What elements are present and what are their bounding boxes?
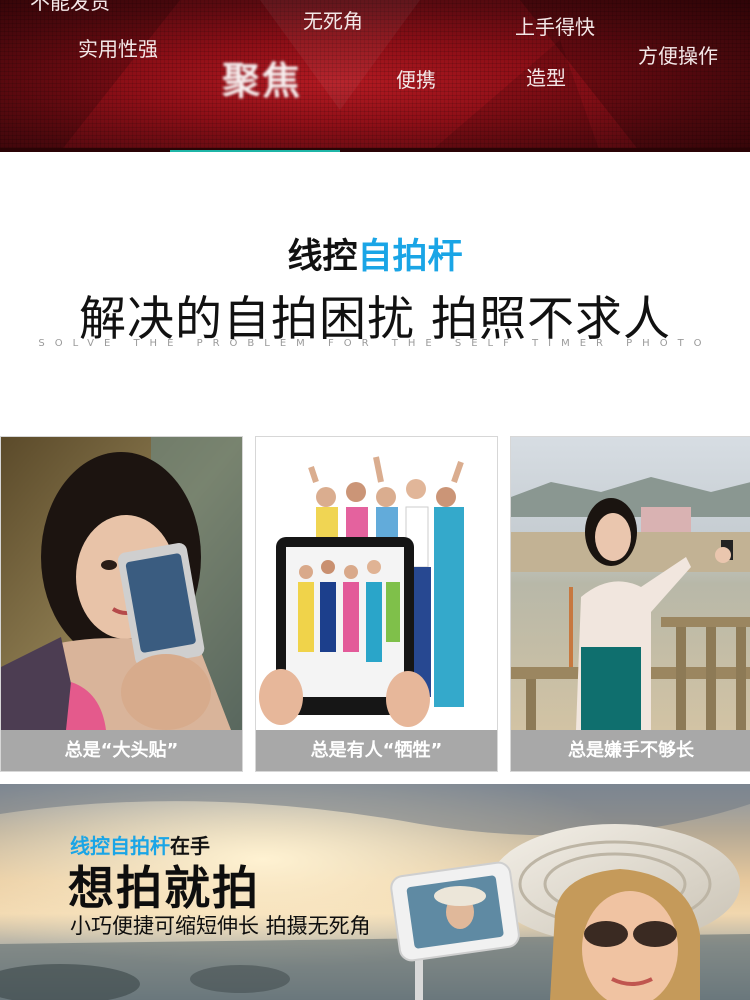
- promo-headline: 想拍就拍: [68, 861, 260, 915]
- section-title-blue: 自拍杆: [357, 237, 463, 277]
- banner-accent-line: [170, 150, 340, 152]
- card-caption: 总是嫌手不够长: [511, 730, 750, 771]
- group-photo-tablet: [256, 437, 497, 730]
- banner-word: 方便操作: [638, 44, 718, 68]
- card-caption: 总是“大头贴”: [1, 730, 242, 771]
- selfie-photo-closeup: [1, 437, 242, 730]
- selfie-photo-railing: [511, 437, 750, 730]
- banner-word: 造型: [526, 66, 566, 90]
- banner-word-focus: 聚焦: [222, 59, 303, 103]
- banner-word: 不能发货: [30, 0, 110, 14]
- banner-bottom-edge: [0, 148, 750, 152]
- scenario-card-2: 总是有人“牺牲”: [255, 436, 498, 772]
- section-title-black: 线控: [287, 237, 358, 277]
- scenario-card-1: 总是“大头贴”: [0, 436, 243, 772]
- banner-word: 上手得快: [515, 15, 595, 39]
- scenario-card-3: 总是嫌手不够长: [510, 436, 750, 772]
- banner-word: 无死角: [303, 9, 363, 33]
- promo-tagline: 小巧便捷可缩短伸长 拍摄无死角: [70, 914, 371, 938]
- card-caption: 总是有人“牺牲”: [256, 730, 497, 771]
- banner-word: 便携: [396, 68, 436, 92]
- section-subtitle-en: SOLVE THE PROBLEM FOR THE SELF TIMER PHO…: [38, 338, 712, 349]
- banner-word: 实用性强: [78, 37, 158, 61]
- section-title: 线控自拍杆: [0, 228, 750, 279]
- top-banner: 不能发货 无死角 上手得快 实用性强 聚焦 便携 造型 方便操作: [0, 0, 750, 152]
- banner-facets: [0, 0, 750, 152]
